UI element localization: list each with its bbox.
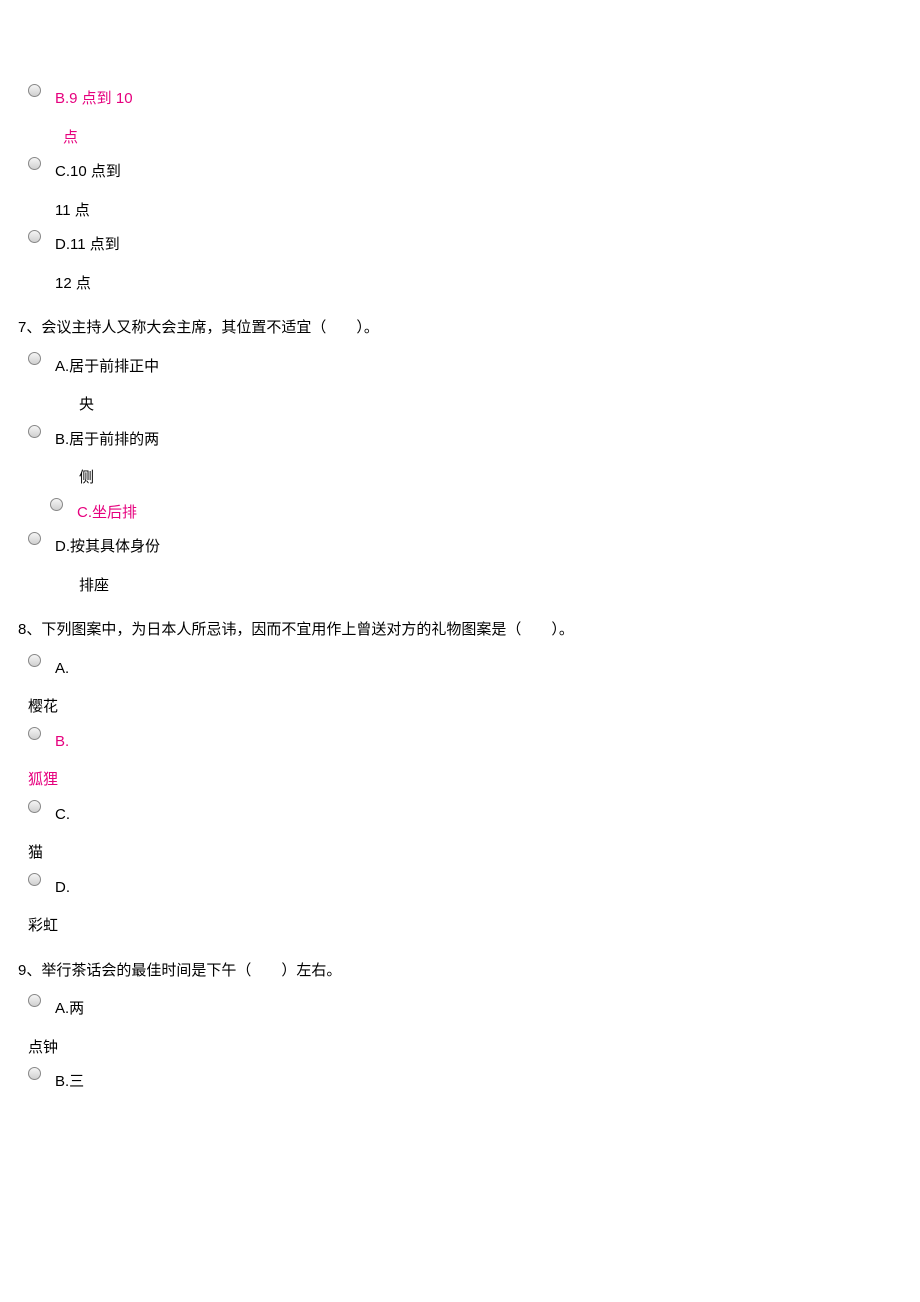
option-continuation: 央 — [0, 382, 920, 417]
option-label: A. — [55, 650, 69, 681]
radio-icon[interactable] — [28, 230, 41, 243]
option-label: B.9 点到 10 — [55, 80, 133, 111]
q9-option-b[interactable]: B.三 — [0, 1063, 920, 1094]
radio-icon[interactable] — [28, 654, 41, 667]
option-label: C.10 点到 — [55, 153, 121, 184]
question-7: 7、会议主持人又称大会主席，其位置不适宜（ ）。 — [0, 299, 920, 348]
radio-icon[interactable] — [28, 800, 41, 813]
option-continuation: 彩虹 — [0, 903, 920, 938]
option-label: B.三 — [55, 1063, 84, 1094]
q6-option-b[interactable]: B.9 点到 10 — [0, 80, 920, 111]
option-label: A.居于前排正中 — [55, 348, 159, 379]
option-continuation: 12 点 — [0, 261, 920, 296]
option-label: D. — [55, 869, 70, 900]
question-9: 9、举行茶话会的最佳时间是下午（ ）左右。 — [0, 942, 920, 991]
radio-icon[interactable] — [28, 1067, 41, 1080]
option-continuation: 樱花 — [0, 684, 920, 719]
q8-option-a[interactable]: A. — [0, 650, 920, 681]
q7-option-d[interactable]: D.按其具体身份 — [0, 528, 920, 559]
q8-option-b[interactable]: B. — [0, 723, 920, 754]
option-continuation: 11 点 — [0, 188, 920, 223]
q7-option-a[interactable]: A.居于前排正中 — [0, 348, 920, 379]
radio-icon[interactable] — [28, 994, 41, 1007]
radio-icon[interactable] — [28, 532, 41, 545]
option-label: D.按其具体身份 — [55, 528, 160, 559]
question-8: 8、下列图案中，为日本人所忌讳，因而不宜用作上曾送对方的礼物图案是（ ）。 — [0, 601, 920, 650]
q8-option-c[interactable]: C. — [0, 796, 920, 827]
q7-option-c[interactable]: C.坐后排 — [0, 494, 920, 525]
radio-icon[interactable] — [50, 498, 63, 511]
option-continuation: 猫 — [0, 830, 920, 865]
q6-option-c[interactable]: C.10 点到 — [0, 153, 920, 184]
option-label: B.居于前排的两 — [55, 421, 159, 452]
option-label: C. — [55, 796, 70, 827]
q9-option-a[interactable]: A.两 — [0, 990, 920, 1021]
q6-option-d[interactable]: D.11 点到 — [0, 226, 920, 257]
option-continuation: 侧 — [0, 455, 920, 490]
option-label: C.坐后排 — [77, 494, 137, 525]
q8-option-d[interactable]: D. — [0, 869, 920, 900]
radio-icon[interactable] — [28, 84, 41, 97]
radio-icon[interactable] — [28, 873, 41, 886]
option-continuation: 排座 — [0, 563, 920, 598]
option-continuation: 狐狸 — [0, 757, 920, 792]
q7-option-b[interactable]: B.居于前排的两 — [0, 421, 920, 452]
option-label: B. — [55, 723, 69, 754]
radio-icon[interactable] — [28, 352, 41, 365]
option-label: A.两 — [55, 990, 84, 1021]
radio-icon[interactable] — [28, 157, 41, 170]
option-continuation: 点钟 — [0, 1025, 920, 1060]
radio-icon[interactable] — [28, 727, 41, 740]
radio-icon[interactable] — [28, 425, 41, 438]
option-label: D.11 点到 — [55, 226, 120, 257]
option-continuation: 点 — [0, 115, 920, 150]
